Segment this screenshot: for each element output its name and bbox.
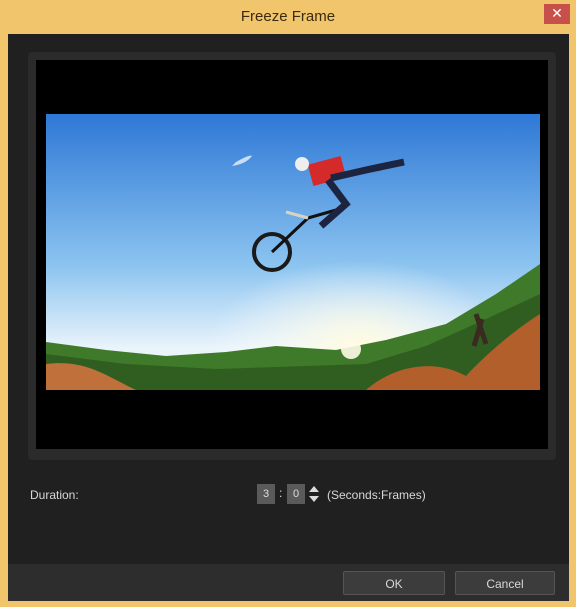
ok-button[interactable]: OK — [343, 571, 445, 595]
close-icon: ✕ — [551, 6, 563, 22]
dialog-body: Duration: 3 : 0 (Seconds:Frames) OK Canc… — [8, 34, 569, 601]
duration-units-label: (Seconds:Frames) — [327, 488, 426, 502]
chevron-down-icon — [309, 496, 319, 502]
chevron-up-icon — [309, 486, 319, 492]
freeze-frame-dialog: Freeze Frame ✕ Duration: 3: 0 (Seconds:… — [0, 0, 576, 607]
duration-label: Duration: — [30, 488, 79, 502]
seconds-input[interactable]: 3 — [257, 484, 275, 504]
close-button[interactable]: ✕ — [544, 4, 570, 24]
title-bar[interactable]: Freeze Frame ✕ — [0, 0, 576, 34]
preview-area — [36, 60, 548, 449]
cancel-button[interactable]: Cancel — [455, 571, 555, 595]
frames-input[interactable]: 0 — [287, 484, 305, 504]
duration-separator: : — [279, 486, 283, 500]
dialog-footer: OK Cancel — [8, 564, 569, 601]
frame-preview-image — [46, 114, 540, 390]
preview-panel — [28, 52, 556, 460]
frames-stepper[interactable] — [308, 484, 320, 504]
dialog-title: Freeze Frame — [240, 8, 336, 25]
